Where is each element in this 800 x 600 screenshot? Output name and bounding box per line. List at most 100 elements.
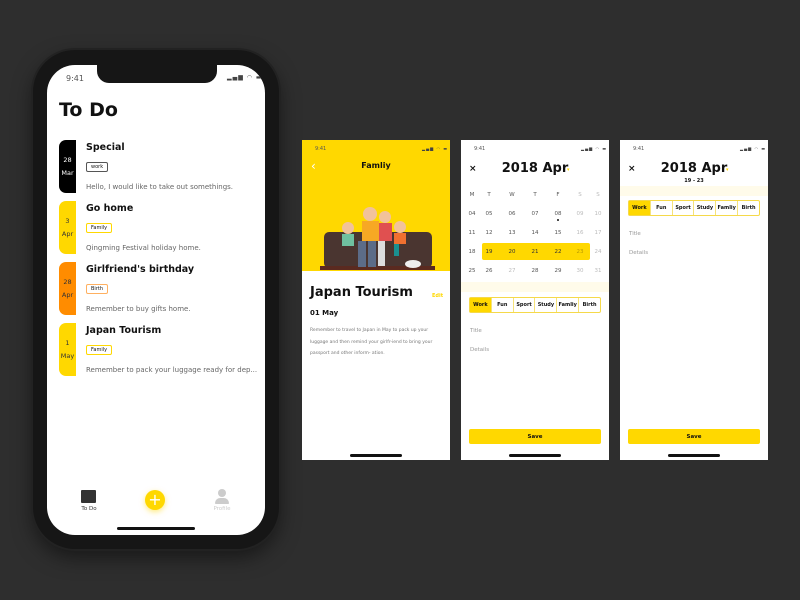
category-tab[interactable]: Work <box>629 201 651 215</box>
weekday-label: S <box>596 192 600 198</box>
home-indicator <box>350 454 402 457</box>
weekday-label: W <box>509 192 515 198</box>
todo-tag: Birth <box>86 284 109 294</box>
date-month: Apr <box>61 229 74 238</box>
calendar-day[interactable]: 23 <box>573 249 587 255</box>
calendar-day[interactable]: 31 <box>591 268 605 274</box>
weekday-label: T <box>533 192 537 198</box>
details-input[interactable]: Details <box>629 250 648 256</box>
calendar-day[interactable]: 17 <box>591 230 605 236</box>
calendar-day[interactable]: 28 <box>528 268 542 274</box>
folder-icon[interactable] <box>81 490 96 503</box>
home-indicator <box>117 527 195 530</box>
todo-title: Girlfriend's birthday <box>86 264 195 275</box>
title-input[interactable]: Title <box>470 328 482 334</box>
calendar-day[interactable]: 09 <box>573 211 587 217</box>
calendar-day[interactable]: 11 <box>465 230 479 236</box>
tab-todo[interactable]: To Do <box>75 506 103 512</box>
detail-screen: 9:41 ▂▄▆ ◠ ▬ ‹ Famliy Japan Tourism Edit… <box>302 140 450 460</box>
date-day: 3 <box>65 216 70 225</box>
date-badge: 28 Mar <box>59 140 76 193</box>
calendar-day[interactable]: 24 <box>591 249 605 255</box>
tab-profile[interactable]: Profile <box>207 506 237 512</box>
calendar-day[interactable]: 04 <box>465 211 479 217</box>
details-input[interactable]: Details <box>470 347 489 353</box>
todo-tag: Family <box>86 223 113 233</box>
new-event-screen: 9:41 ▂▄▆ ◠ ▬ × 2018 Apr 19 - 23 ▾ Work Fu… <box>620 140 768 460</box>
selected-range: 19 - 23 <box>684 178 704 184</box>
calendar-day[interactable]: 08 <box>551 211 565 217</box>
dropdown-arrow-icon[interactable]: ▾ <box>567 167 570 173</box>
calendar-day[interactable]: 20 <box>505 249 519 255</box>
category-tabs: Work Fun Sport Study Famliy Birth <box>469 297 601 313</box>
divider-band <box>461 282 609 292</box>
signal-wifi-battery-icon: ▂▄▆ ◠ ▬ <box>422 146 449 151</box>
dropdown-arrow-icon[interactable]: ▾ <box>726 167 729 173</box>
calendar-day[interactable]: 14 <box>528 230 542 236</box>
todo-description: Hello, I would like to take out somethin… <box>86 183 234 191</box>
category-tab[interactable]: Famliy <box>716 201 739 215</box>
divider-band <box>620 186 768 196</box>
calendar-day[interactable]: 12 <box>482 230 496 236</box>
calendar-day[interactable]: 15 <box>551 230 565 236</box>
todo-item[interactable]: 3 Apr Go home Family Qingming Festival ho… <box>59 201 259 254</box>
calendar-day[interactable]: 07 <box>528 211 542 217</box>
todo-item[interactable]: 28 Mar Special work Hello, I would like t… <box>59 140 259 193</box>
calendar-screen: 9:41 ▂▄▆ ◠ ▬ × 2018 Apr ▾ M T W T F S S 04 05 06 0… <box>461 140 609 460</box>
notch <box>97 65 217 83</box>
month-title[interactable]: 2018 Apr <box>461 161 609 176</box>
calendar-day[interactable]: 30 <box>573 268 587 274</box>
category-tab[interactable]: Birth <box>738 201 759 215</box>
status-time: 9:41 <box>315 146 327 152</box>
todo-title: Japan Tourism <box>86 325 162 336</box>
calendar-day[interactable]: 18 <box>465 249 479 255</box>
save-button[interactable]: Save <box>469 429 601 444</box>
category-tab[interactable]: Sport <box>514 298 536 312</box>
calendar-day[interactable]: 10 <box>591 211 605 217</box>
category-tab[interactable]: Fun <box>492 298 514 312</box>
category-tab[interactable]: Study <box>694 201 717 215</box>
category-tab[interactable]: Study <box>535 298 558 312</box>
todo-screen: 9:41 ▂▄▆ ◠ ▬ To Do 28 Mar Special work He… <box>47 65 265 535</box>
category-tab[interactable]: Sport <box>673 201 695 215</box>
calendar-day[interactable]: 16 <box>573 230 587 236</box>
home-indicator <box>509 454 561 457</box>
category-tab[interactable]: Birth <box>579 298 600 312</box>
category-tab[interactable]: Fun <box>651 201 673 215</box>
edit-button[interactable]: Edit <box>432 293 443 299</box>
page-title: To Do <box>59 99 118 121</box>
todo-item[interactable]: 1 May Japan Tourism Family Remember to pa… <box>59 323 259 376</box>
category-tab[interactable]: Work <box>470 298 492 312</box>
profile-icon[interactable] <box>215 489 229 504</box>
month-title[interactable]: 2018 Apr <box>620 161 768 176</box>
signal-wifi-battery-icon: ▂▄▆ ◠ ▬ <box>581 146 608 151</box>
date-month: Apr <box>61 290 74 299</box>
calendar-day[interactable]: 27 <box>505 268 519 274</box>
add-button[interactable]: + <box>145 490 165 510</box>
event-description: Remember to travel to Japan in May to pa… <box>310 325 432 360</box>
calendar-day[interactable]: 19 <box>482 249 496 255</box>
title-input[interactable]: Title <box>629 231 641 237</box>
calendar-day[interactable]: 29 <box>551 268 565 274</box>
todo-item[interactable]: 28 Apr Girlfriend's birthday Birth Rememb… <box>59 262 259 315</box>
event-dot <box>557 219 559 221</box>
date-badge: 28 Apr <box>59 262 76 315</box>
date-day: 1 <box>65 338 70 347</box>
calendar-day[interactable]: 22 <box>551 249 565 255</box>
todo-title: Special <box>86 142 125 153</box>
category-tab[interactable]: Famliy <box>557 298 580 312</box>
calendar-day[interactable]: 06 <box>505 211 519 217</box>
home-indicator <box>668 454 720 457</box>
calendar-day[interactable]: 13 <box>505 230 519 236</box>
calendar-day[interactable]: 21 <box>528 249 542 255</box>
weekday-label: M <box>469 192 475 198</box>
header-title: Famliy <box>361 161 391 170</box>
event-title: Japan Tourism <box>310 285 413 300</box>
date-month: May <box>60 351 75 360</box>
calendar-day[interactable]: 26 <box>482 268 496 274</box>
save-button[interactable]: Save <box>628 429 760 444</box>
calendar-day[interactable]: 25 <box>465 268 479 274</box>
desc-line: luggage and then remind your girlfr-iend… <box>310 339 433 345</box>
signal-wifi-battery-icon: ▂▄▆ ◠ ▬ <box>227 74 263 81</box>
calendar-day[interactable]: 05 <box>482 211 496 217</box>
